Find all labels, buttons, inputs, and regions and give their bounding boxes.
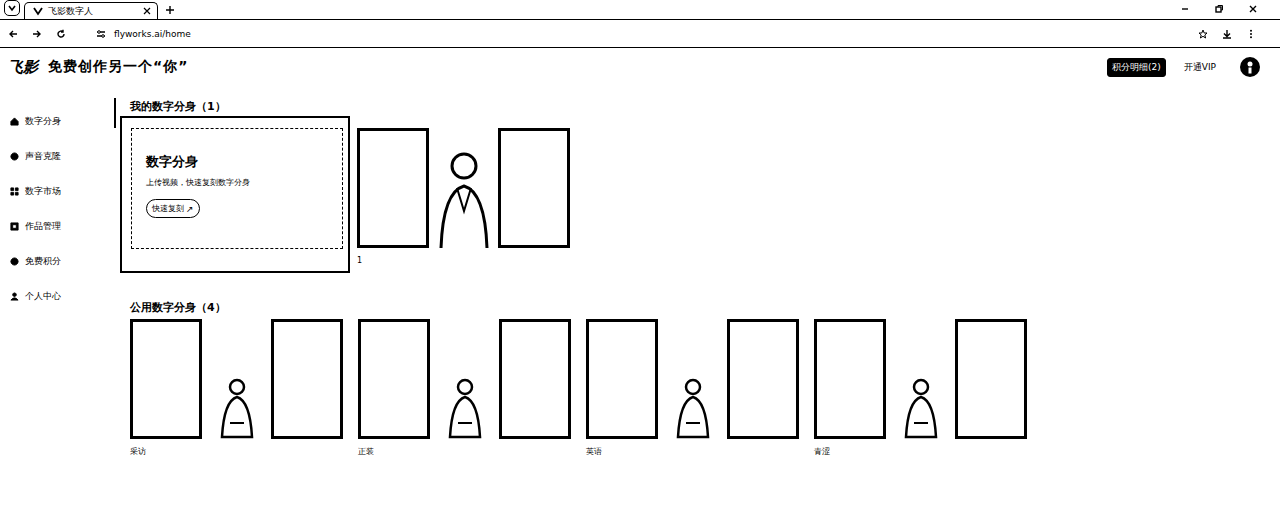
create-card-subtitle: 上传视频，快速复刻数字分身 <box>146 177 328 188</box>
create-card-title: 数字分身 <box>146 153 328 171</box>
sidebar-item[interactable]: 数字市场 <box>0 174 114 209</box>
person-icon <box>433 136 495 248</box>
home-icon <box>10 117 19 126</box>
url-text: flyworks.ai/home <box>114 29 191 39</box>
user-avatar[interactable] <box>1240 57 1260 77</box>
avatar-card[interactable]: 采访 <box>130 319 343 457</box>
quick-clone-button[interactable]: 快速复刻↗ <box>146 199 200 218</box>
close-window-icon[interactable] <box>1248 4 1258 14</box>
sidebar-item[interactable]: 声音克隆 <box>0 139 114 174</box>
avatar-name: 青涩 <box>814 447 1027 457</box>
avatar-thumbnail <box>358 319 571 439</box>
public-avatar-list: 采访 正装 英语 青涩 <box>120 319 1280 457</box>
person-icon <box>668 349 718 439</box>
avatar-name: 英语 <box>586 447 799 457</box>
forward-icon[interactable] <box>32 29 42 39</box>
sidebar-item[interactable]: 数字分身 <box>0 104 114 139</box>
page-header: 飞影免费创作另一个“你” 积分明细(2) 开通VIP <box>0 48 1280 86</box>
vip-link[interactable]: 开通VIP <box>1184 61 1216 74</box>
person-icon <box>212 349 262 439</box>
url-field[interactable]: flyworks.ai/home <box>96 29 191 39</box>
create-card[interactable]: 数字分身上传视频，快速复刻数字分身快速复刻↗ <box>120 116 350 273</box>
tab-bar: 飞影数字人 <box>0 0 1280 20</box>
site-info-icon[interactable] <box>96 29 106 39</box>
minimize-icon[interactable] <box>1180 4 1190 14</box>
person-icon <box>440 349 490 439</box>
window-controls <box>1180 4 1280 19</box>
avatar-card[interactable]: 正装 <box>358 319 571 457</box>
points-icon <box>10 257 19 266</box>
tab-title: 飞影数字人 <box>48 5 138 18</box>
avatar-name: 1 <box>357 256 570 266</box>
logo[interactable]: 飞影 <box>8 58 38 77</box>
my-avatar-list: 数字分身上传视频，快速复刻数字分身快速复刻↗ 1 <box>120 116 1280 273</box>
avatar-name: 正装 <box>358 447 571 457</box>
voice-icon <box>10 152 19 161</box>
person-icon <box>896 349 946 439</box>
page-body: 数字分身声音克隆数字市场作品管理免费积分个人中心我的数字分身（1）数字分身上传视… <box>0 86 1280 526</box>
favicon-icon <box>33 6 43 16</box>
back-icon[interactable] <box>8 29 18 39</box>
avatar-thumbnail <box>586 319 799 439</box>
sidebar-item[interactable]: 个人中心 <box>0 279 114 314</box>
slogan: 免费创作另一个“你” <box>48 58 188 76</box>
address-bar: flyworks.ai/home <box>0 20 1280 48</box>
points-button[interactable]: 积分明细(2) <box>1107 58 1166 77</box>
chevron-down-icon <box>7 3 17 13</box>
close-icon[interactable] <box>143 7 151 15</box>
browser-window: 飞影数字人 flyworks.ai/home 飞影免费创作另一个“你” 积分明细(2)… <box>0 0 1280 526</box>
tab-menu-button[interactable] <box>4 0 20 16</box>
page: 飞影免费创作另一个“你”积分明细(2)开通VIP数字分身声音克隆数字市场作品管理… <box>0 48 1280 526</box>
works-icon <box>10 222 19 231</box>
avatar-thumbnail <box>357 128 570 248</box>
avatar-card[interactable]: 英语 <box>586 319 799 457</box>
section-title: 我的数字分身（1） <box>130 100 1280 114</box>
sidebar: 数字分身声音克隆数字市场作品管理免费积分个人中心 <box>0 86 114 526</box>
avatar-card[interactable]: 青涩 <box>814 319 1027 457</box>
arrow-icon: ↗ <box>186 204 194 214</box>
sidebar-item[interactable]: 作品管理 <box>0 209 114 244</box>
create-card-body: 数字分身上传视频，快速复刻数字分身快速复刻↗ <box>131 128 343 249</box>
browser-tab[interactable]: 飞影数字人 <box>24 2 158 19</box>
user-avatar-icon <box>1240 57 1260 77</box>
avatar-card[interactable]: 1 <box>357 128 570 266</box>
avatar-name: 采访 <box>130 447 343 457</box>
scroll-indicator <box>114 98 116 128</box>
star-icon[interactable] <box>1198 29 1208 39</box>
main-content: 我的数字分身（1） 数字分身上传视频，快速复刻数字分身快速复刻↗ 1 公用数字分身（4… <box>116 86 1280 526</box>
avatar-thumbnail <box>814 319 1027 439</box>
sidebar-item[interactable]: 免费积分 <box>0 244 114 279</box>
section-title: 公用数字分身（4） <box>130 301 1280 315</box>
market-icon <box>10 187 19 196</box>
restore-icon[interactable] <box>1214 4 1224 14</box>
download-icon[interactable] <box>1222 29 1232 39</box>
reload-icon[interactable] <box>56 29 66 39</box>
user-icon <box>10 292 19 301</box>
menu-icon[interactable] <box>1246 29 1256 39</box>
plus-icon[interactable] <box>165 5 175 15</box>
avatar-thumbnail <box>130 319 343 439</box>
